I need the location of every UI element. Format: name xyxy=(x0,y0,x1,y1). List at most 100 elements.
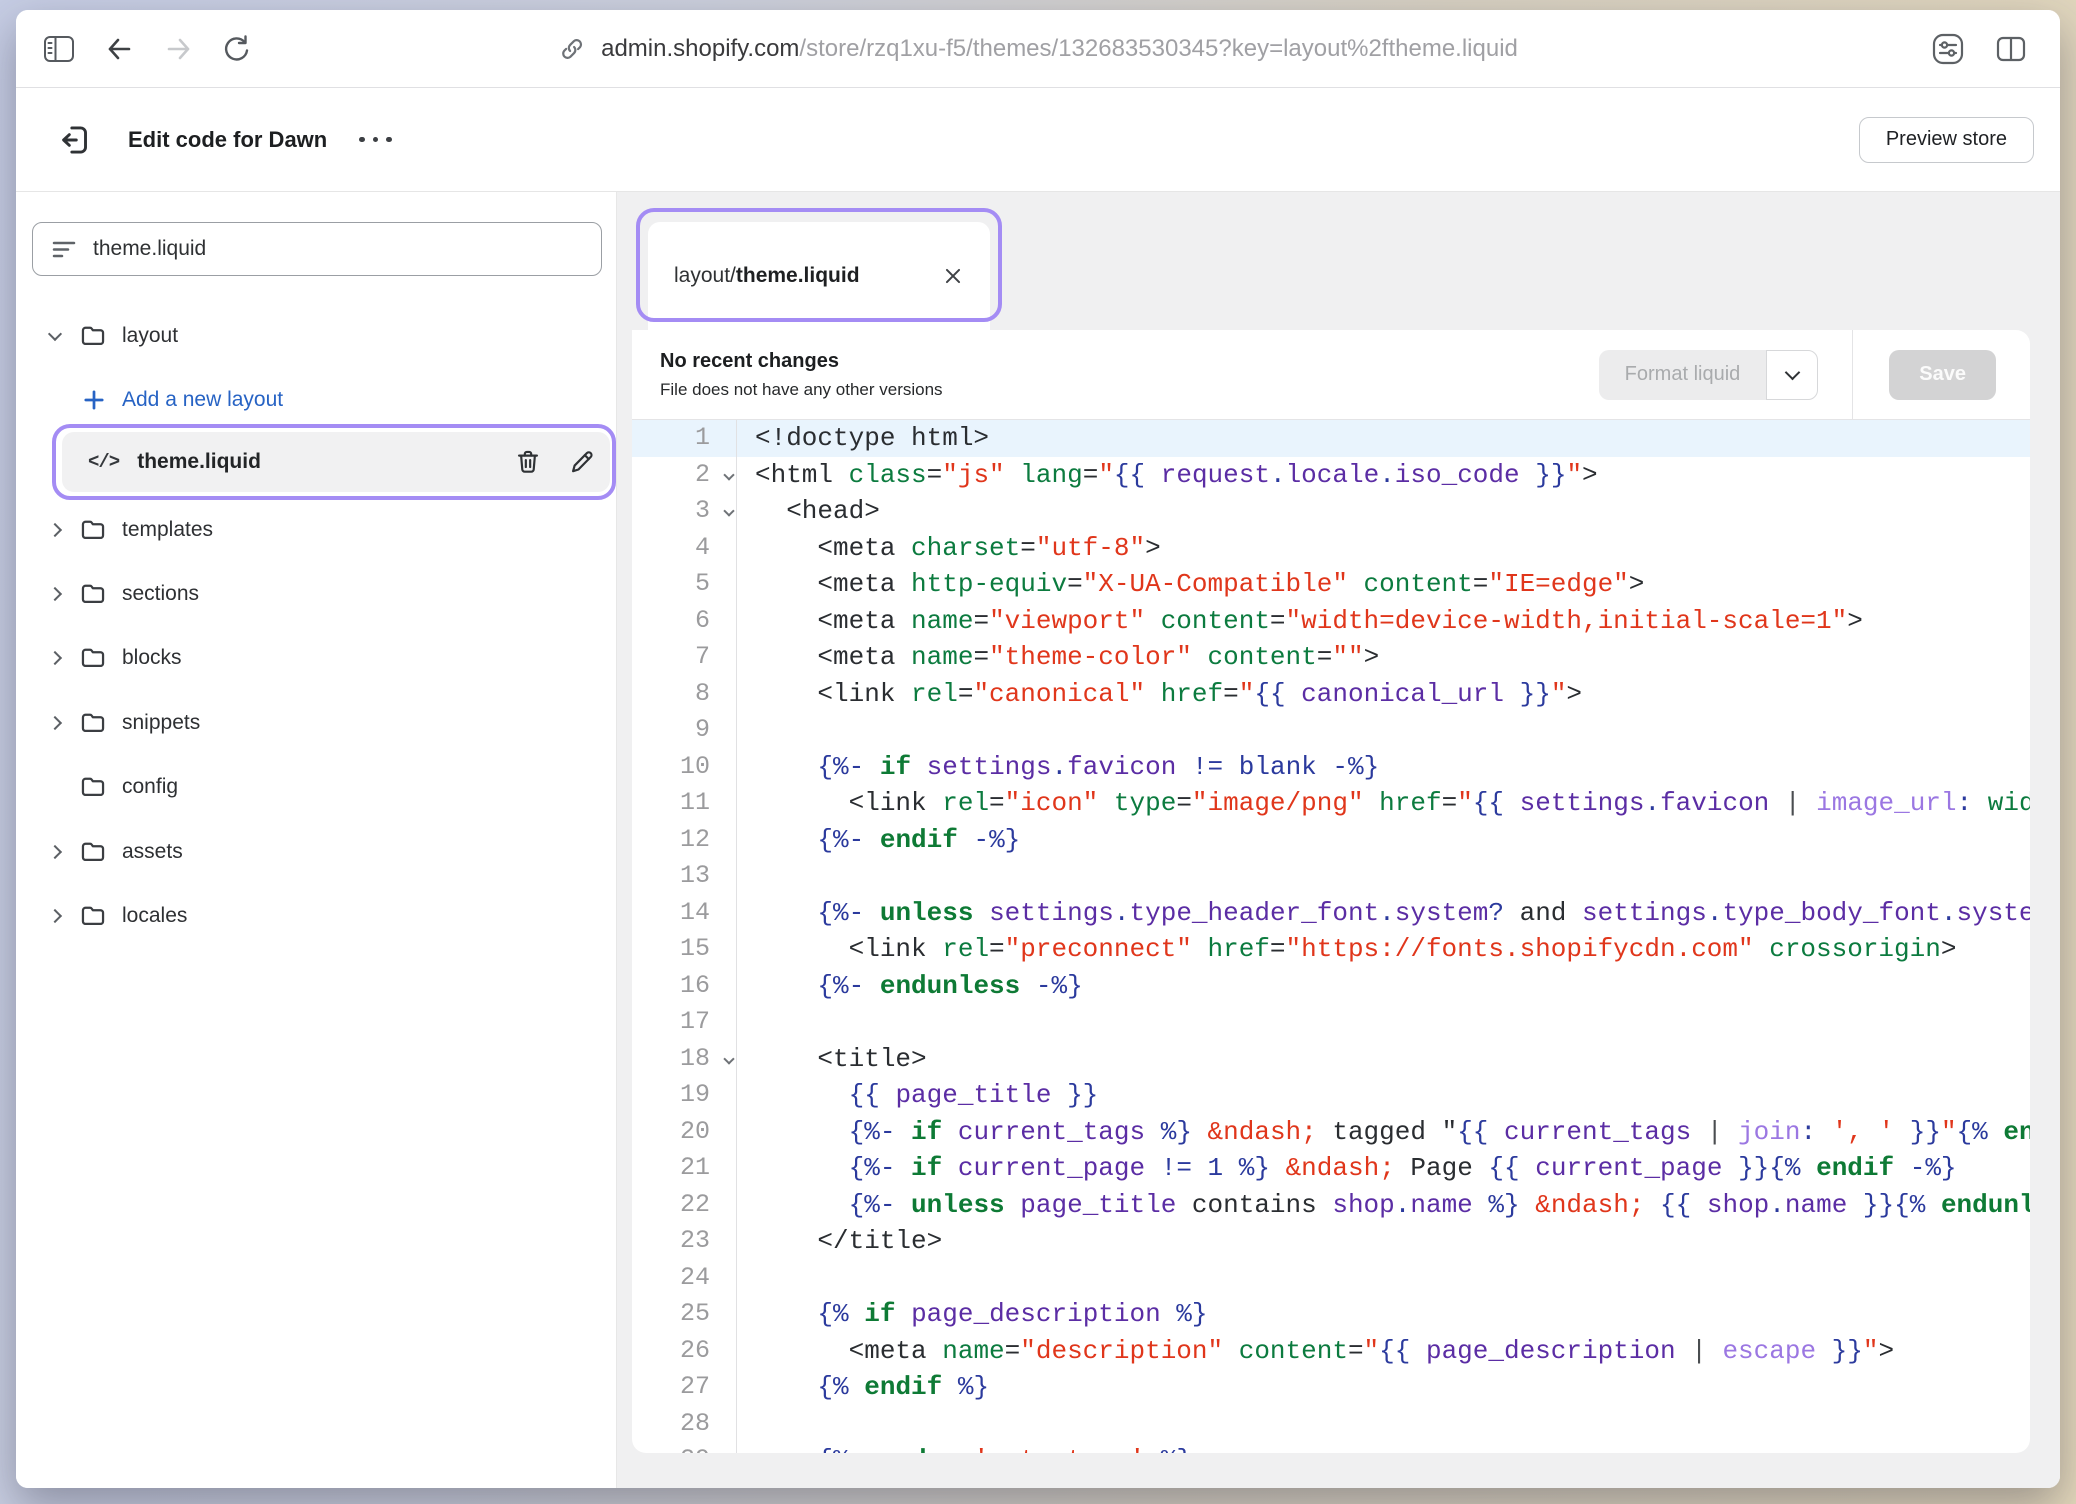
code-line-text[interactable]: {%- if current_page != 1 %} &ndash; Page… xyxy=(737,1150,2030,1187)
code-line[interactable]: 22 {%- unless page_title contains shop.n… xyxy=(632,1187,2030,1224)
code-line-text[interactable]: <link rel="canonical" href="{{ canonical… xyxy=(737,676,2030,713)
code-line[interactable]: 24 xyxy=(632,1260,2030,1297)
code-line-text[interactable] xyxy=(737,1260,2030,1297)
sidebar-item-theme-liquid[interactable]: </> theme.liquid xyxy=(62,432,610,492)
code-line-text[interactable]: <!doctype html> xyxy=(737,420,2030,457)
code-line-text[interactable]: <head> xyxy=(737,493,2030,530)
code-editor[interactable]: 1<!doctype html>2<html class="js" lang="… xyxy=(632,420,2030,1453)
tab-close-icon[interactable] xyxy=(942,265,964,287)
folder-icon xyxy=(80,774,106,800)
code-line[interactable]: 11 <link rel="icon" type="image/png" hre… xyxy=(632,785,2030,822)
code-line[interactable]: 1<!doctype html> xyxy=(632,420,2030,457)
chevron-right-icon[interactable] xyxy=(50,911,60,921)
more-dots-icon[interactable] xyxy=(359,137,392,143)
sidebar-item-layout[interactable]: layout xyxy=(16,304,616,368)
code-line-text[interactable]: {%- if current_tags %} &ndash; tagged "{… xyxy=(737,1114,2030,1151)
code-line[interactable]: 21 {%- if current_page != 1 %} &ndash; P… xyxy=(632,1150,2030,1187)
code-line-text[interactable]: <meta http-equiv="X-UA-Compatible" conte… xyxy=(737,566,2030,603)
code-line[interactable]: 16 {%- endunless -%} xyxy=(632,968,2030,1005)
code-line[interactable]: 13 xyxy=(632,858,2030,895)
code-line[interactable]: 3 <head> xyxy=(632,493,2030,530)
code-line-text[interactable]: <meta name="description" content="{{ pag… xyxy=(737,1333,2030,1370)
code-line[interactable]: 4 <meta charset="utf-8"> xyxy=(632,530,2030,567)
sidebar-item-config[interactable]: config xyxy=(16,755,616,819)
sidebar-item-templates[interactable]: templates xyxy=(16,498,616,562)
exit-icon[interactable] xyxy=(56,121,94,159)
code-line-text[interactable]: {%- endif -%} xyxy=(737,822,2030,859)
trash-icon[interactable] xyxy=(514,448,542,476)
fold-toggle-icon[interactable] xyxy=(723,469,734,480)
sidebar-item-locales[interactable]: locales xyxy=(16,884,616,948)
sidebar-item-sections[interactable]: sections xyxy=(16,562,616,626)
code-line-text[interactable]: {%- unless page_title contains shop.name… xyxy=(737,1187,2030,1224)
code-line-text[interactable]: {%- endunless -%} xyxy=(737,968,2030,1005)
chevron-right-icon[interactable] xyxy=(50,718,60,728)
code-line-text[interactable]: <meta name="theme-color" content=""> xyxy=(737,639,2030,676)
pencil-icon[interactable] xyxy=(568,448,596,476)
code-line[interactable]: 18 <title> xyxy=(632,1041,2030,1078)
line-number: 21 xyxy=(632,1150,737,1187)
code-line[interactable]: 27 {% endif %} xyxy=(632,1369,2030,1406)
sidebar-item-snippets[interactable]: snippets xyxy=(16,691,616,755)
add-new-layout-link[interactable]: Add a new layout xyxy=(16,368,616,432)
code-line[interactable]: 19 {{ page_title }} xyxy=(632,1077,2030,1114)
code-line-text[interactable]: <meta name="viewport" content="width=dev… xyxy=(737,603,2030,640)
page-settings-icon[interactable] xyxy=(1930,10,1966,88)
line-number: 9 xyxy=(632,712,737,749)
code-line-text[interactable]: <title> xyxy=(737,1041,2030,1078)
chevron-right-icon[interactable] xyxy=(50,847,60,857)
code-line-text[interactable]: {% if page_description %} xyxy=(737,1296,2030,1333)
chevron-right-icon[interactable] xyxy=(50,589,60,599)
code-line-text[interactable]: </title> xyxy=(737,1223,2030,1260)
code-line-text[interactable]: <link rel="icon" type="image/png" href="… xyxy=(737,785,2030,822)
code-line[interactable]: 2<html class="js" lang="{{ request.local… xyxy=(632,457,2030,494)
chevron-down-icon[interactable] xyxy=(50,333,60,339)
code-line-text[interactable] xyxy=(737,1406,2030,1443)
code-line[interactable]: 26 <meta name="description" content="{{ … xyxy=(632,1333,2030,1370)
code-line[interactable]: 28 xyxy=(632,1406,2030,1443)
chevron-right-icon[interactable] xyxy=(50,653,60,663)
sidebar-item-blocks[interactable]: blocks xyxy=(16,626,616,690)
fold-toggle-icon[interactable] xyxy=(723,505,734,516)
code-line-text[interactable] xyxy=(737,1004,2030,1041)
code-line[interactable]: 20 {%- if current_tags %} &ndash; tagged… xyxy=(632,1114,2030,1151)
sidebar-toggle-icon[interactable] xyxy=(42,10,76,88)
back-icon[interactable] xyxy=(102,10,136,88)
code-line-text[interactable]: {% render 'meta-tags' %} xyxy=(737,1442,2030,1453)
code-line[interactable]: 9 xyxy=(632,712,2030,749)
code-line-text[interactable] xyxy=(737,858,2030,895)
format-liquid-button[interactable]: Format liquid xyxy=(1599,350,1767,400)
code-line[interactable]: 5 <meta http-equiv="X-UA-Compatible" con… xyxy=(632,566,2030,603)
code-line-text[interactable]: {{ page_title }} xyxy=(737,1077,2030,1114)
fold-toggle-icon[interactable] xyxy=(723,1053,734,1064)
code-line[interactable]: 10 {%- if settings.favicon != blank -%} xyxy=(632,749,2030,786)
line-number: 19 xyxy=(632,1077,737,1114)
code-line[interactable]: 29 {% render 'meta-tags' %} xyxy=(632,1442,2030,1453)
code-line[interactable]: 6 <meta name="viewport" content="width=d… xyxy=(632,603,2030,640)
code-line[interactable]: 15 <link rel="preconnect" href="https://… xyxy=(632,931,2030,968)
code-line[interactable]: 14 {%- unless settings.type_header_font.… xyxy=(632,895,2030,932)
tab-theme-liquid[interactable]: layout/theme.liquid xyxy=(648,222,990,330)
code-line[interactable]: 23 </title> xyxy=(632,1223,2030,1260)
split-view-icon[interactable] xyxy=(1994,10,2028,88)
code-line-text[interactable]: {% endif %} xyxy=(737,1369,2030,1406)
code-line[interactable]: 7 <meta name="theme-color" content=""> xyxy=(632,639,2030,676)
code-line[interactable]: 25 {% if page_description %} xyxy=(632,1296,2030,1333)
code-line-text[interactable]: <html class="js" lang="{{ request.locale… xyxy=(737,457,2030,494)
reload-icon[interactable] xyxy=(220,10,252,88)
code-line-text[interactable]: <meta charset="utf-8"> xyxy=(737,530,2030,567)
format-liquid-dropdown[interactable] xyxy=(1766,350,1818,400)
code-line-text[interactable]: {%- unless settings.type_header_font.sys… xyxy=(737,895,2030,932)
code-line-text[interactable]: {%- if settings.favicon != blank -%} xyxy=(737,749,2030,786)
code-line-text[interactable]: <link rel="preconnect" href="https://fon… xyxy=(737,931,2030,968)
sidebar-item-assets[interactable]: assets xyxy=(16,820,616,884)
code-line[interactable]: 17 xyxy=(632,1004,2030,1041)
preview-store-button[interactable]: Preview store xyxy=(1859,117,2034,163)
code-line[interactable]: 12 {%- endif -%} xyxy=(632,822,2030,859)
code-line[interactable]: 8 <link rel="canonical" href="{{ canonic… xyxy=(632,676,2030,713)
save-button[interactable]: Save xyxy=(1889,350,1996,400)
address-bar[interactable]: admin.shopify.com/store/rzq1xu-f5/themes… xyxy=(558,10,1518,88)
code-line-text[interactable] xyxy=(737,712,2030,749)
chevron-right-icon[interactable] xyxy=(50,525,60,535)
forward-icon[interactable] xyxy=(162,10,196,88)
